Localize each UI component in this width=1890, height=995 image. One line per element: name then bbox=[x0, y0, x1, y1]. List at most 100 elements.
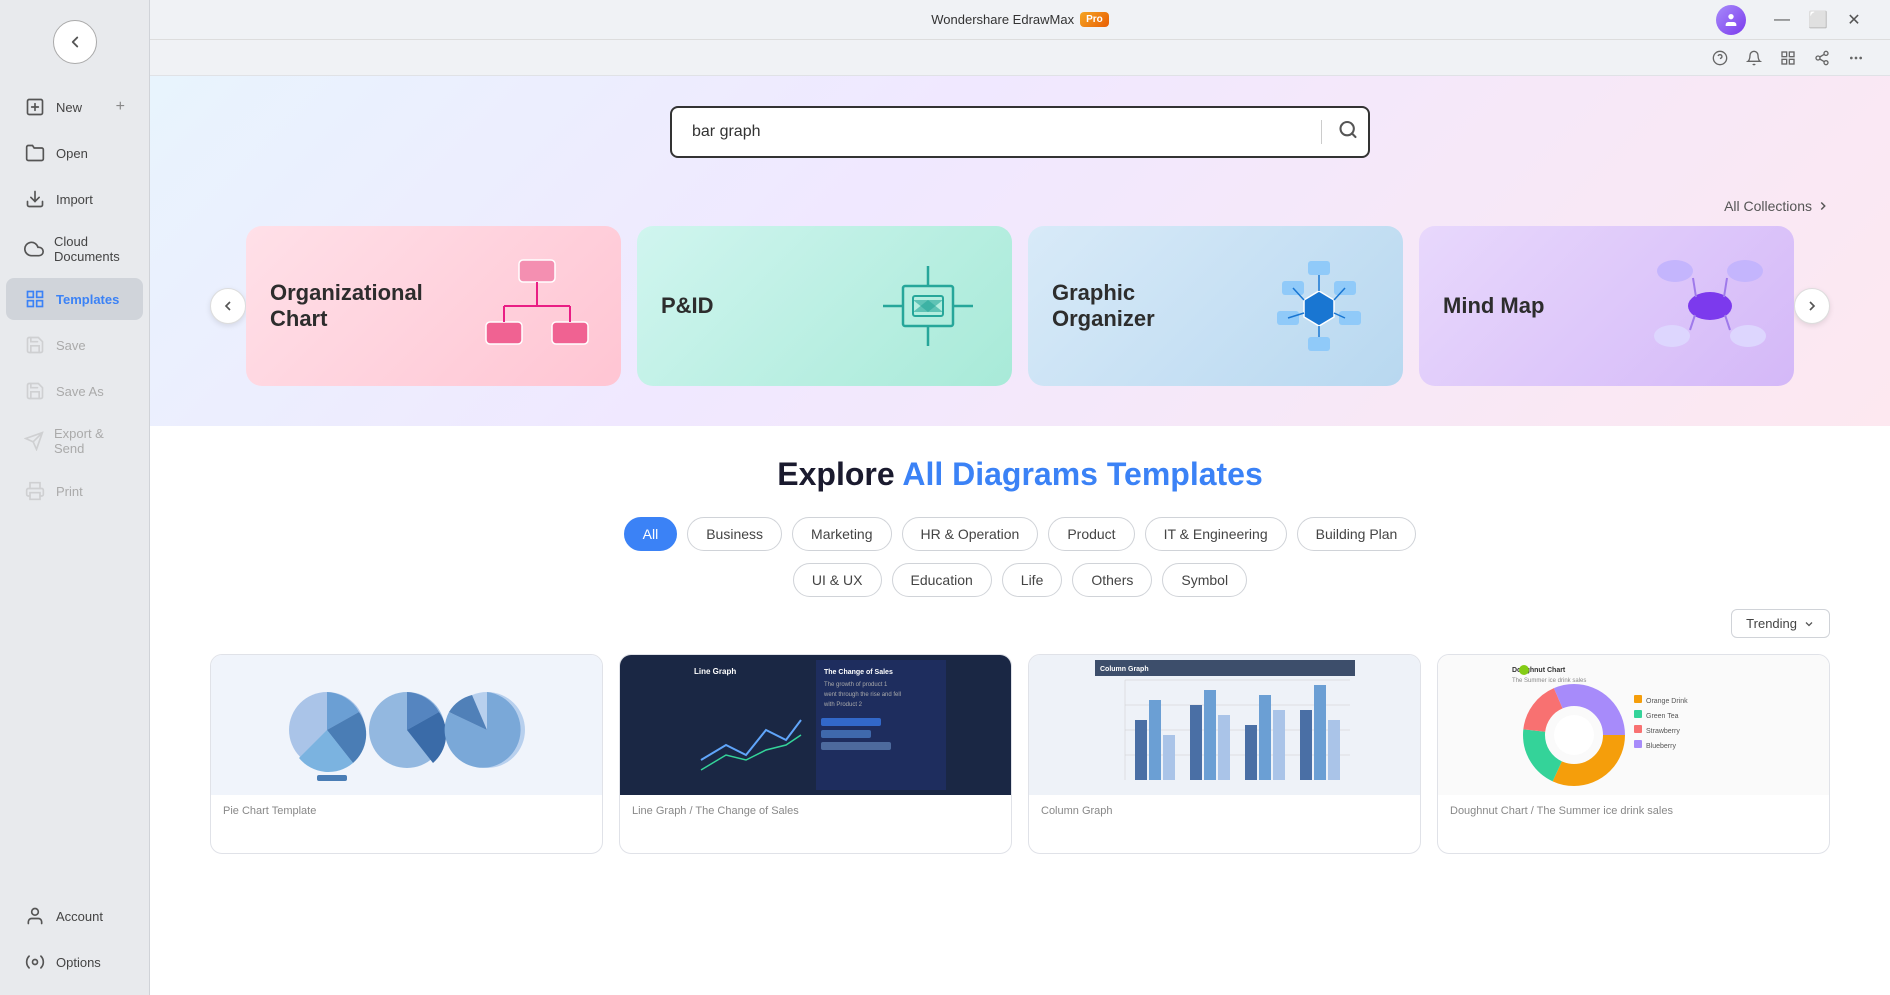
explore-title-plain: Explore bbox=[777, 456, 902, 492]
carousel-card-mind-map[interactable]: Mind Map bbox=[1419, 226, 1794, 386]
sidebar-item-saveas-label: Save As bbox=[56, 384, 104, 399]
help-icon-btn[interactable] bbox=[1706, 44, 1734, 72]
carousel-next-button[interactable] bbox=[1794, 288, 1830, 324]
pid-icon bbox=[868, 246, 988, 366]
template-label-line: Line Graph / The Change of Sales bbox=[632, 805, 799, 817]
svg-text:Green Tea: Green Tea bbox=[1646, 713, 1679, 720]
sidebar-item-saveas: Save As bbox=[6, 370, 143, 412]
template-preview-pie bbox=[211, 655, 602, 795]
all-collections-link[interactable]: All Collections bbox=[1724, 198, 1830, 214]
pro-badge: Pro bbox=[1080, 12, 1109, 27]
filter-product[interactable]: Product bbox=[1048, 517, 1134, 551]
sidebar-item-print: Print bbox=[6, 470, 143, 512]
sidebar-item-account[interactable]: Account bbox=[6, 895, 143, 937]
carousel-card-pid[interactable]: P&ID bbox=[637, 226, 1012, 386]
filter-it[interactable]: IT & Engineering bbox=[1145, 517, 1287, 551]
template-card-pie[interactable]: Pie Chart Template bbox=[210, 654, 603, 854]
export-icon bbox=[24, 430, 44, 452]
carousel-card-org-chart[interactable]: Organizational Chart bbox=[246, 226, 621, 386]
svg-text:Column Graph: Column Graph bbox=[1100, 666, 1149, 673]
filter-symbol[interactable]: Symbol bbox=[1162, 563, 1247, 597]
sidebar-item-import[interactable]: Import bbox=[6, 178, 143, 220]
filter-life[interactable]: Life bbox=[1002, 563, 1063, 597]
user-avatar[interactable] bbox=[1716, 5, 1746, 35]
carousel-prev-button[interactable] bbox=[210, 288, 246, 324]
sidebar-item-new[interactable]: New + bbox=[6, 86, 143, 128]
svg-text:The Summer ice drink sales: The Summer ice drink sales bbox=[1512, 678, 1586, 684]
main-content: Wondershare EdrawMax Pro — ⬜ ✕ bbox=[150, 0, 1890, 995]
svg-text:went through the rise and fell: went through the rise and fell bbox=[823, 692, 901, 698]
notification-icon-btn[interactable] bbox=[1740, 44, 1768, 72]
more-icon-btn[interactable] bbox=[1842, 44, 1870, 72]
sidebar-item-new-label: New bbox=[56, 100, 82, 115]
sidebar-item-templates[interactable]: Templates bbox=[6, 278, 143, 320]
carousel-card-org-chart-title: Organizational Chart bbox=[270, 280, 400, 333]
explore-section: Explore All Diagrams Templates All Busin… bbox=[150, 426, 1890, 995]
sidebar-item-cloud[interactable]: Cloud Documents bbox=[6, 224, 143, 274]
template-label-doughnut: Doughnut Chart / The Summer ice drink sa… bbox=[1450, 805, 1673, 817]
template-info-line: Line Graph / The Change of Sales bbox=[620, 795, 1011, 825]
explore-title-highlight: All Diagrams Templates bbox=[902, 456, 1262, 492]
filter-building[interactable]: Building Plan bbox=[1297, 517, 1417, 551]
saveas-icon bbox=[24, 380, 46, 402]
filter-hr[interactable]: HR & Operation bbox=[902, 517, 1039, 551]
sidebar-item-cloud-label: Cloud Documents bbox=[54, 234, 125, 264]
sidebar-item-templates-label: Templates bbox=[56, 292, 119, 307]
hero-section: All Collections Organizational Chart bbox=[150, 76, 1890, 426]
sidebar-item-import-label: Import bbox=[56, 192, 93, 207]
template-info-column: Column Graph bbox=[1029, 795, 1420, 825]
template-preview-column: Column Graph bbox=[1029, 655, 1420, 795]
grid-icon-btn[interactable] bbox=[1774, 44, 1802, 72]
template-card-column[interactable]: Column Graph bbox=[1028, 654, 1421, 854]
template-carousel: Organizational Chart bbox=[210, 226, 1830, 386]
template-label-pie: Pie Chart Template bbox=[223, 805, 316, 817]
sidebar-item-print-label: Print bbox=[56, 484, 83, 499]
template-card-line[interactable]: Line Graph The Change of Sales The growt… bbox=[619, 654, 1012, 854]
sidebar-item-options[interactable]: Options bbox=[6, 941, 143, 983]
app-title-group: Wondershare EdrawMax Pro bbox=[931, 12, 1109, 27]
sidebar-item-export-label: Export & Send bbox=[54, 426, 125, 456]
sort-row: Trending bbox=[210, 609, 1830, 638]
org-chart-icon bbox=[477, 246, 597, 366]
template-preview-doughnut: Doughnut Chart The Summer ice drink sale… bbox=[1438, 655, 1829, 795]
maximize-button[interactable]: ⬜ bbox=[1802, 4, 1834, 36]
close-button[interactable]: ✕ bbox=[1838, 4, 1870, 36]
sidebar-item-account-label: Account bbox=[56, 909, 103, 924]
search-button[interactable] bbox=[1338, 120, 1358, 145]
sort-dropdown[interactable]: Trending bbox=[1731, 609, 1830, 638]
filter-business[interactable]: Business bbox=[687, 517, 782, 551]
svg-text:Blueberry: Blueberry bbox=[1646, 743, 1676, 750]
open-icon bbox=[24, 142, 46, 164]
new-icon bbox=[24, 96, 46, 118]
account-icon bbox=[24, 905, 46, 927]
svg-text:The Change of Sales: The Change of Sales bbox=[824, 669, 893, 676]
filter-ui[interactable]: UI & UX bbox=[793, 563, 882, 597]
mind-map-icon bbox=[1650, 246, 1770, 366]
new-plus-icon: + bbox=[116, 98, 125, 116]
carousel-card-pid-title: P&ID bbox=[661, 293, 714, 319]
sidebar: New + Open Import Cloud Documents bbox=[0, 0, 150, 995]
carousel-card-graphic-organizer[interactable]: Graphic Organizer bbox=[1028, 226, 1403, 386]
minimize-button[interactable]: — bbox=[1766, 4, 1798, 36]
filter-all[interactable]: All bbox=[624, 517, 678, 551]
titlebar-actions: — ⬜ ✕ bbox=[1716, 4, 1870, 36]
sidebar-item-save-label: Save bbox=[56, 338, 86, 353]
share-icon-btn[interactable] bbox=[1808, 44, 1836, 72]
explore-title: Explore All Diagrams Templates bbox=[210, 456, 1830, 493]
sidebar-item-open[interactable]: Open bbox=[6, 132, 143, 174]
template-preview-line: Line Graph The Change of Sales The growt… bbox=[620, 655, 1011, 795]
templates-icon bbox=[24, 288, 46, 310]
app-title: Wondershare EdrawMax bbox=[931, 12, 1074, 27]
filter-marketing[interactable]: Marketing bbox=[792, 517, 891, 551]
save-icon bbox=[24, 334, 46, 356]
filter-education[interactable]: Education bbox=[892, 563, 992, 597]
template-card-doughnut[interactable]: Doughnut Chart The Summer ice drink sale… bbox=[1437, 654, 1830, 854]
search-input[interactable] bbox=[670, 106, 1370, 158]
toolbar-row bbox=[150, 40, 1890, 76]
template-info-doughnut: Doughnut Chart / The Summer ice drink sa… bbox=[1438, 795, 1829, 825]
template-label-column: Column Graph bbox=[1041, 805, 1113, 817]
filter-others[interactable]: Others bbox=[1072, 563, 1152, 597]
sidebar-item-options-label: Options bbox=[56, 955, 101, 970]
sidebar-item-save: Save bbox=[6, 324, 143, 366]
back-button[interactable] bbox=[53, 20, 97, 64]
